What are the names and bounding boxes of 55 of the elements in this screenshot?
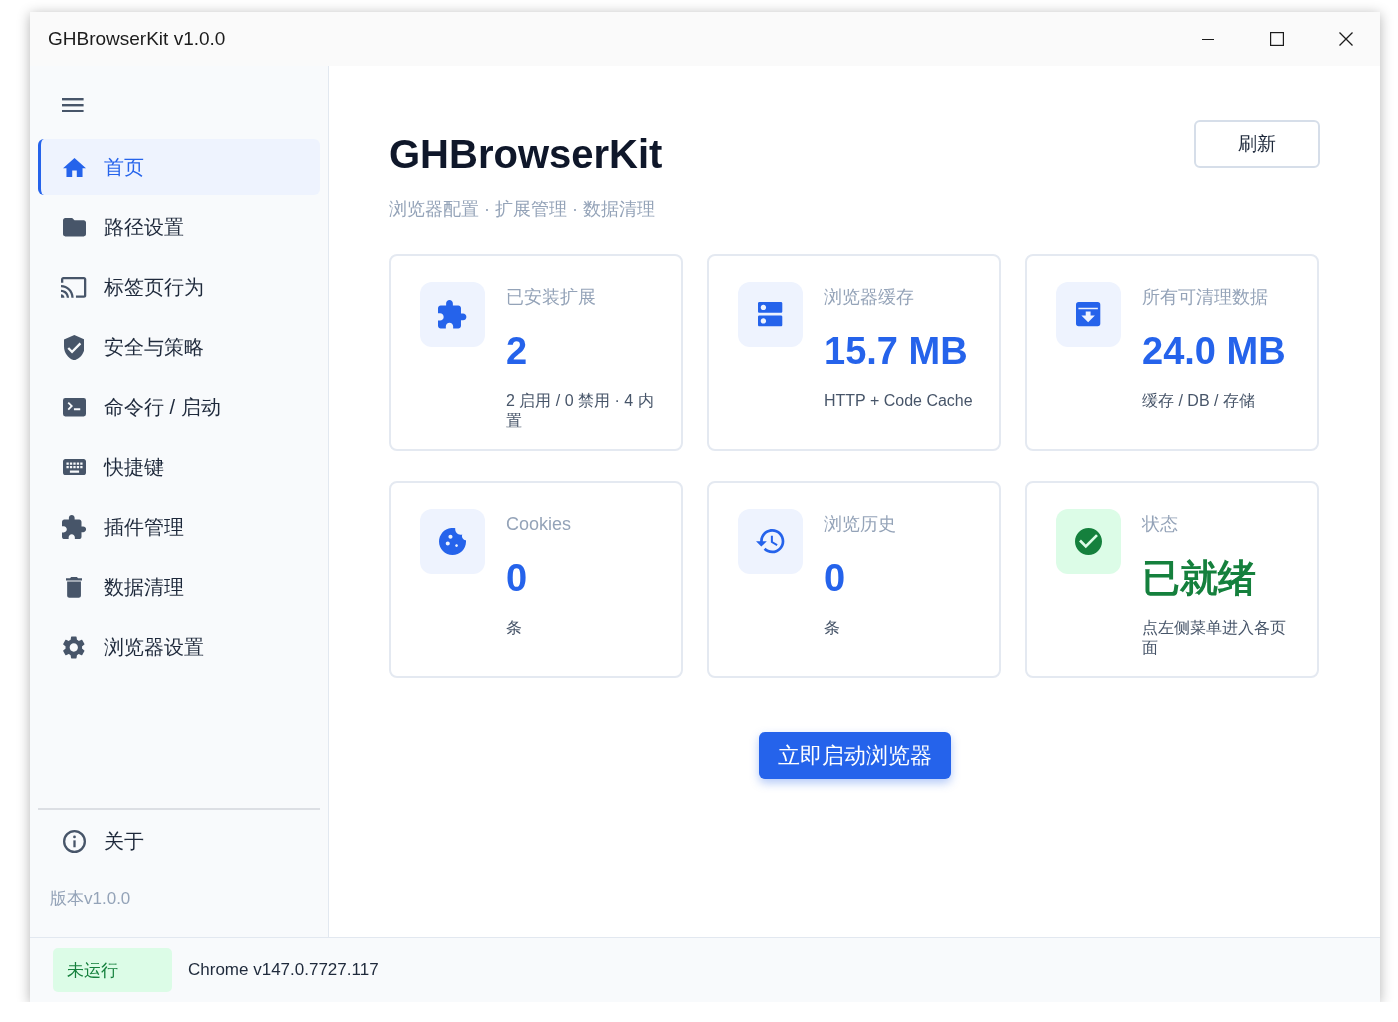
stat-detail: 点左侧菜单进入各页面	[1142, 618, 1287, 658]
archive-box-icon	[1056, 282, 1121, 347]
home-icon	[62, 157, 86, 178]
version-text: 版本v1.0.0	[50, 888, 131, 910]
history-icon	[738, 509, 803, 574]
stat-label: 已安装扩展	[506, 286, 596, 309]
terminal-icon	[62, 398, 86, 417]
folder-icon	[62, 218, 86, 237]
puzzle-icon	[61, 515, 87, 540]
maximize-icon	[1269, 32, 1284, 46]
nav-item[interactable]: 命令行 / 启动	[38, 379, 320, 436]
stat-value: 15.7 MB	[824, 329, 968, 374]
stat-value: 已就绪	[1142, 556, 1256, 601]
stat-value: 2	[506, 329, 528, 374]
browser-version-text: Chrome v147.0.7727.117	[188, 960, 379, 980]
stat-label: 浏览历史	[824, 513, 896, 536]
nav-item[interactable]: 安全与策略	[38, 319, 320, 376]
nav-item[interactable]: 插件管理	[38, 499, 320, 556]
nav-item[interactable]: 标签页行为	[38, 259, 320, 316]
stat-detail: 条	[824, 618, 840, 638]
status-badge: 未运行	[53, 948, 172, 992]
stat-detail: 2 启用 / 0 禁用 · 4 内置	[506, 391, 655, 431]
minimize-icon	[1201, 38, 1214, 40]
menu-icon[interactable]	[62, 98, 84, 113]
shield-check-icon	[63, 334, 85, 361]
stat-detail: HTTP + Code Cache	[824, 391, 973, 411]
stat-label: 状态	[1142, 513, 1178, 536]
stat-detail: 缓存 / DB / 存储	[1142, 391, 1255, 411]
stat-detail: 条	[506, 618, 522, 638]
nav-item[interactable]: 首页	[38, 139, 320, 196]
trash-icon	[65, 577, 83, 598]
cast-icon	[61, 277, 87, 298]
nav-item[interactable]: 快捷键	[38, 439, 320, 496]
stat-label: Cookies	[506, 513, 572, 536]
stat-value: 0	[824, 556, 846, 601]
keyboard-icon	[62, 459, 86, 476]
launch-browser-button[interactable]: 立即启动浏览器	[758, 732, 951, 779]
page-title: GHBrowserKit	[389, 131, 663, 178]
cookie-icon	[420, 509, 485, 574]
window-title: GHBrowserKit v1.0.0	[48, 28, 226, 50]
nav-item[interactable]: 路径设置	[38, 199, 320, 256]
page-subtitle: 浏览器配置 · 扩展管理 · 数据清理	[389, 198, 655, 221]
nav-item[interactable]: 关于	[38, 813, 320, 869]
settings-icon	[63, 635, 85, 659]
stat-label: 所有可清理数据	[1142, 286, 1268, 309]
stat-label: 浏览器缓存	[824, 286, 914, 309]
nav-item[interactable]: 浏览器设置	[38, 619, 320, 676]
stat-value: 0	[506, 556, 528, 601]
refresh-button[interactable]: 刷新	[1194, 120, 1320, 168]
nav-item[interactable]: 数据清理	[38, 559, 320, 616]
server-icon	[738, 282, 803, 347]
stat-value: 24.0 MB	[1142, 329, 1286, 374]
info-icon	[62, 829, 86, 853]
puzzle-icon	[420, 282, 485, 347]
close-icon	[1338, 32, 1353, 46]
